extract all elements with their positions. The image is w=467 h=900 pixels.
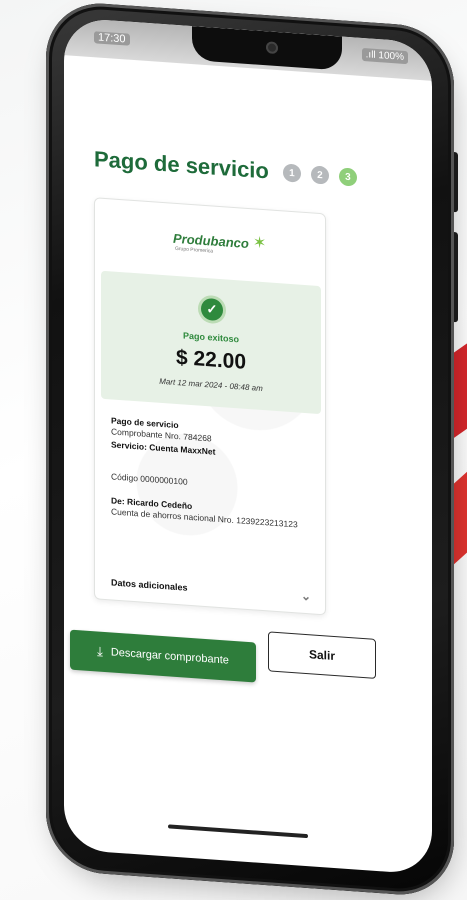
additional-data-toggle[interactable]: Datos adicionales ⌄ [111,575,311,603]
progress-stepper: 1 2 3 [282,163,357,187]
step-2: 2 [310,165,329,185]
phone-screen: 17:30 .ıll 100% Pago de servicio 1 2 3 P… [64,17,432,875]
success-panel: ✓ Pago exitoso $ 22.00 Mart 12 mar 2024 … [101,270,321,415]
additional-data-label: Datos adicionales [111,577,188,593]
page-title-suffix: servicio [185,152,269,184]
page-title-prefix: Pago de [94,146,186,178]
download-icon: ⤓ [97,643,103,659]
exit-button-label: Salir [308,647,335,664]
home-indicator[interactable] [168,824,308,839]
receipt-card: Produbanco ✶ Grupo Promerica ✓ Pago exit… [94,197,326,616]
star-logo-icon: ✶ [252,234,267,253]
download-receipt-button[interactable]: ⤓ Descargar comprobante [70,629,256,683]
bank-tagline: Grupo Promerica [175,245,214,255]
download-button-label: Descargar comprobante [110,646,229,667]
step-3: 3 [338,167,357,187]
page-title: Pago de servicio [94,146,269,184]
page-header: Pago de servicio 1 2 3 [94,139,414,201]
payer-details: De: Ricardo Cedeño Cuenta de ahorros nac… [111,495,311,531]
status-time: 17:30 [94,31,130,46]
chevron-down-icon[interactable]: ⌄ [301,589,311,604]
exit-button[interactable]: Salir [268,631,376,679]
phone-mockup: 17:30 .ıll 100% Pago de servicio 1 2 3 P… [18,0,458,900]
step-1: 1 [282,163,301,183]
payer-account: Cuenta de ahorros nacional Nro. 12392232… [111,506,298,530]
check-icon: ✓ [201,297,223,322]
service-code: Código 0000000100 [111,471,188,487]
camera-icon [266,41,278,55]
